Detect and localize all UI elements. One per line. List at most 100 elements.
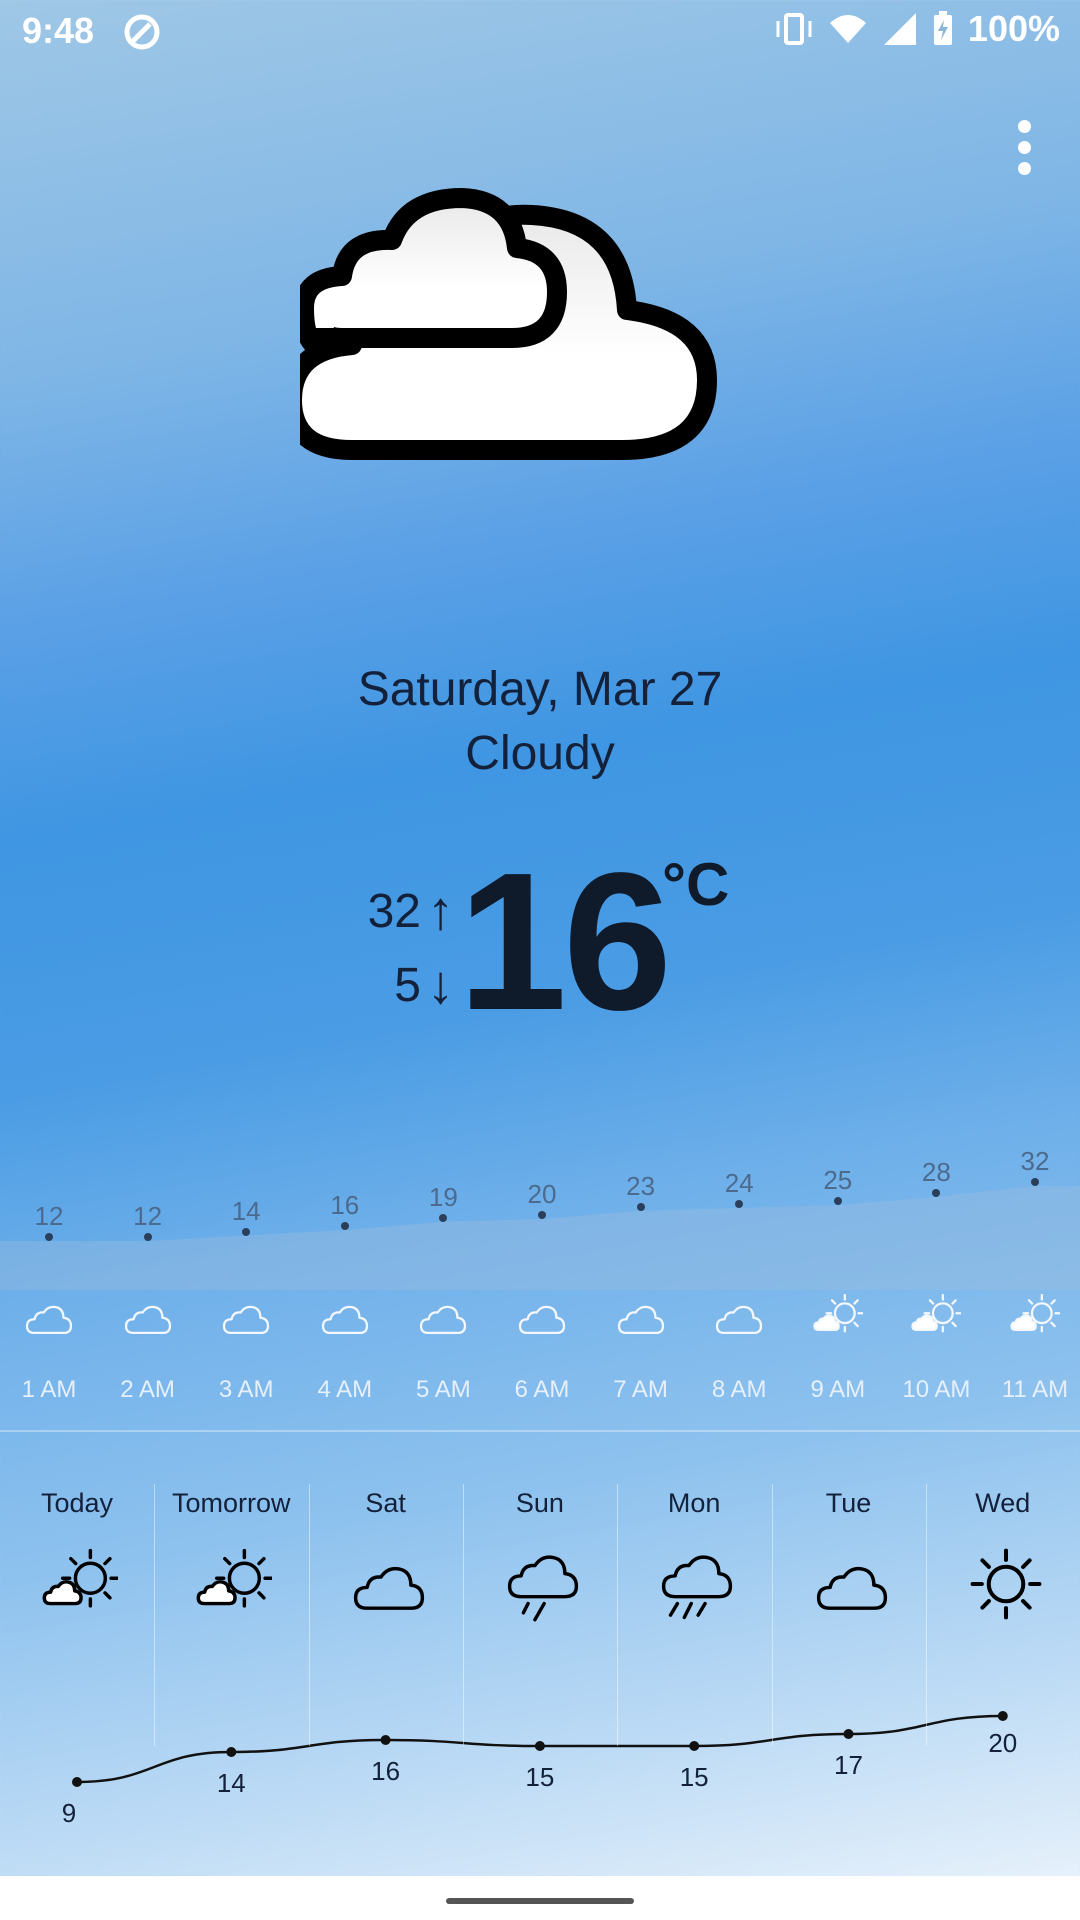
hour-temp-dot bbox=[636, 1202, 645, 1211]
daily-forecast[interactable]: Today 9 Tomorrow 14 Sat 16 Sun 15 Mon 15 Tue 17 Wed 2… bbox=[0, 1480, 1080, 1860]
hour-temp: 16 bbox=[330, 1190, 360, 1220]
hour-temp: 24 bbox=[724, 1168, 754, 1198]
menu-dot-icon bbox=[1017, 161, 1031, 175]
day-separator bbox=[462, 1484, 464, 1746]
rain-icon bbox=[505, 1546, 581, 1622]
sun-icon bbox=[968, 1546, 1044, 1622]
hour-item: 32 11 AM bbox=[986, 1140, 1080, 1430]
partly-sunny-icon bbox=[42, 1546, 120, 1622]
low-temp: 5 ↓ bbox=[394, 954, 454, 1016]
day-temp: 15 bbox=[525, 1762, 555, 1792]
day-separator bbox=[771, 1484, 773, 1746]
cloud-icon bbox=[123, 1292, 173, 1335]
wifi-icon bbox=[829, 15, 866, 43]
cloudy-icon bbox=[300, 188, 717, 460]
hour-temp-dot bbox=[340, 1222, 349, 1230]
battery-percent: 100% bbox=[967, 8, 1060, 49]
day-temp: 20 bbox=[988, 1728, 1018, 1758]
hour-item: 28 10 AM bbox=[887, 1140, 985, 1430]
menu-dot-icon bbox=[1017, 140, 1031, 154]
day-item[interactable]: Today bbox=[0, 1480, 154, 1750]
section-divider bbox=[0, 1430, 1080, 1432]
hour-temp: 12 bbox=[34, 1201, 64, 1231]
day-temp: 16 bbox=[371, 1756, 401, 1786]
hour-temp-dot bbox=[833, 1197, 842, 1206]
partly-sunny-icon bbox=[813, 1292, 864, 1333]
hour-temp: 25 bbox=[823, 1165, 853, 1196]
signal-icon bbox=[883, 13, 916, 45]
hour-item: 19 5 AM bbox=[394, 1140, 492, 1430]
partly-sunny-icon bbox=[1010, 1292, 1062, 1333]
menu-dot-icon bbox=[1017, 119, 1031, 133]
arrow-up-icon: ↑ bbox=[427, 881, 454, 941]
hour-temp: 19 bbox=[428, 1181, 458, 1212]
day-separator bbox=[308, 1484, 310, 1746]
hour-item: 12 1 AM bbox=[0, 1140, 98, 1430]
hour-item: 20 6 AM bbox=[493, 1140, 591, 1430]
cloud-icon bbox=[814, 1546, 890, 1622]
hour-item: 25 9 AM bbox=[789, 1140, 887, 1430]
hour-temp-dot bbox=[439, 1213, 448, 1222]
day-separator bbox=[925, 1484, 927, 1746]
hour-temp: 20 bbox=[527, 1179, 557, 1209]
day-item[interactable]: Sun bbox=[463, 1480, 617, 1750]
current-temp-value: 16 bbox=[458, 832, 672, 1051]
hour-time: 11 AM bbox=[1001, 1376, 1069, 1403]
app-notification-icon bbox=[124, 14, 160, 50]
hour-temp: 14 bbox=[231, 1195, 261, 1226]
hour-temp-dot bbox=[45, 1233, 53, 1241]
cloud-icon bbox=[616, 1292, 666, 1335]
daily-temp-point bbox=[72, 1777, 82, 1787]
day-name: Today bbox=[40, 1488, 114, 1518]
hour-temp-dot bbox=[1031, 1178, 1039, 1186]
day-name: Tue bbox=[825, 1488, 872, 1518]
day-item[interactable]: Sat bbox=[309, 1480, 463, 1750]
hour-item: 24 8 AM bbox=[690, 1140, 788, 1430]
cloud-icon bbox=[517, 1292, 567, 1335]
day-name: Wed bbox=[975, 1488, 1031, 1518]
cloud-icon bbox=[24, 1292, 74, 1335]
day-temp: 9 bbox=[61, 1798, 77, 1828]
high-temp-value: 32 bbox=[367, 884, 421, 938]
day-separator bbox=[154, 1484, 156, 1746]
high-temp: 32 ↑ bbox=[368, 880, 454, 942]
day-name: Mon bbox=[667, 1488, 721, 1518]
cloud-icon bbox=[320, 1292, 370, 1335]
day-item[interactable]: Wed bbox=[926, 1480, 1080, 1750]
home-handle[interactable] bbox=[446, 1898, 634, 1904]
hour-temp-dot bbox=[143, 1233, 152, 1241]
day-name: Tomorrow bbox=[172, 1488, 291, 1518]
status-right: 100% bbox=[774, 8, 1060, 50]
hour-temp: 28 bbox=[921, 1157, 951, 1187]
day-separator bbox=[617, 1484, 619, 1746]
cloud-icon bbox=[418, 1292, 468, 1335]
hour-temp-dot bbox=[735, 1200, 744, 1208]
partly-sunny-icon bbox=[911, 1292, 963, 1333]
navigation-bar bbox=[0, 1876, 1080, 1920]
current-temperature-block: 32 ↑ 5 ↓ 16 °C bbox=[340, 844, 760, 1040]
day-item[interactable]: Tue bbox=[772, 1480, 926, 1750]
day-item[interactable]: Mon bbox=[617, 1480, 771, 1750]
hour-temp-dot bbox=[242, 1227, 251, 1236]
heavy-rain-icon bbox=[659, 1546, 735, 1622]
day-temp: 14 bbox=[216, 1768, 246, 1798]
day-temp: 15 bbox=[679, 1762, 709, 1792]
more-options-button[interactable] bbox=[994, 112, 1054, 182]
current-condition: Cloudy bbox=[465, 727, 615, 780]
status-bar: 9:48 100% bbox=[0, 0, 1080, 64]
cloud-icon bbox=[351, 1546, 427, 1622]
hour-temp: 23 bbox=[626, 1170, 656, 1201]
cloud-icon bbox=[714, 1292, 764, 1335]
temp-unit: °C bbox=[662, 851, 730, 918]
hour-temp: 32 bbox=[1020, 1146, 1050, 1176]
day-item[interactable]: Tomorrow bbox=[154, 1480, 308, 1750]
hour-item: 14 3 AM bbox=[197, 1140, 295, 1430]
day-name: Sat bbox=[365, 1488, 406, 1518]
battery-charging-icon bbox=[933, 11, 952, 45]
hour-item: 16 4 AM bbox=[296, 1140, 394, 1430]
vibrate-icon bbox=[776, 13, 812, 45]
hourly-forecast[interactable]: 12 1 AM 12 2 AM 14 3 AM 16 4 AM 19 5 AM 20 6 AM 23 7 … bbox=[0, 1140, 1080, 1430]
hour-item: 23 7 AM bbox=[592, 1140, 690, 1430]
day-temp: 17 bbox=[834, 1750, 863, 1780]
partly-sunny-icon bbox=[196, 1546, 275, 1622]
